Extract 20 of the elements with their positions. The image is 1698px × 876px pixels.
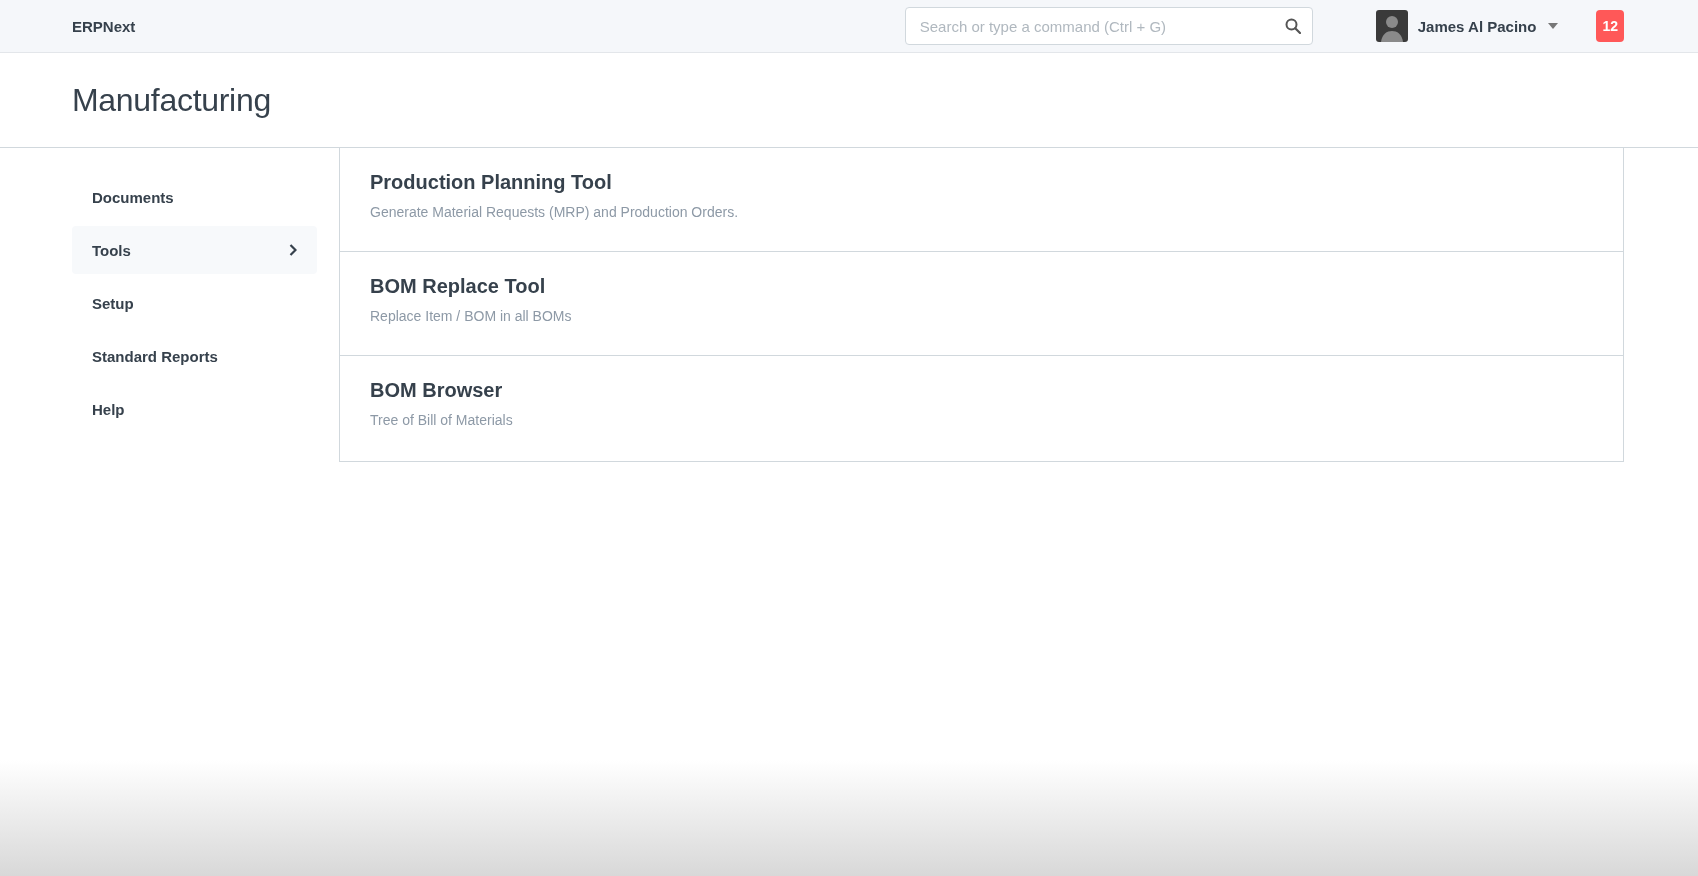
search-field[interactable]: Search or type a command (Ctrl + G) xyxy=(904,7,1313,45)
page-title: Manufacturing xyxy=(72,81,271,119)
user-name: James Al Pacino xyxy=(1417,17,1537,35)
tool-description: Replace Item / BOM in all BOMs xyxy=(370,308,573,324)
caret-icon xyxy=(1548,23,1559,29)
chevron-right-icon xyxy=(289,244,297,256)
brand-link[interactable]: ERPNext xyxy=(72,17,136,35)
tool-description: Generate Material Requests (MRP) and Production Orders. xyxy=(370,204,740,220)
tool-link[interactable]: BOM Replace Tool xyxy=(370,275,546,298)
tool-description: Tree of Bill of Materials xyxy=(370,412,514,428)
user-menu[interactable]: James Al Pacino xyxy=(1375,10,1559,42)
sidebar-item[interactable]: Documents xyxy=(72,173,317,221)
sidebar-item[interactable]: Tools xyxy=(72,226,317,274)
search-icon xyxy=(1284,18,1301,34)
tool-link[interactable]: Production Planning Tool xyxy=(370,171,612,194)
tool-link[interactable]: BOM Browser xyxy=(370,379,503,402)
sidebar-item[interactable]: Standard Reports xyxy=(72,332,317,380)
sidebar-item[interactable]: Setup xyxy=(72,279,317,327)
sidebar-item[interactable]: Help xyxy=(72,385,317,433)
avatar-icon xyxy=(1375,10,1408,42)
